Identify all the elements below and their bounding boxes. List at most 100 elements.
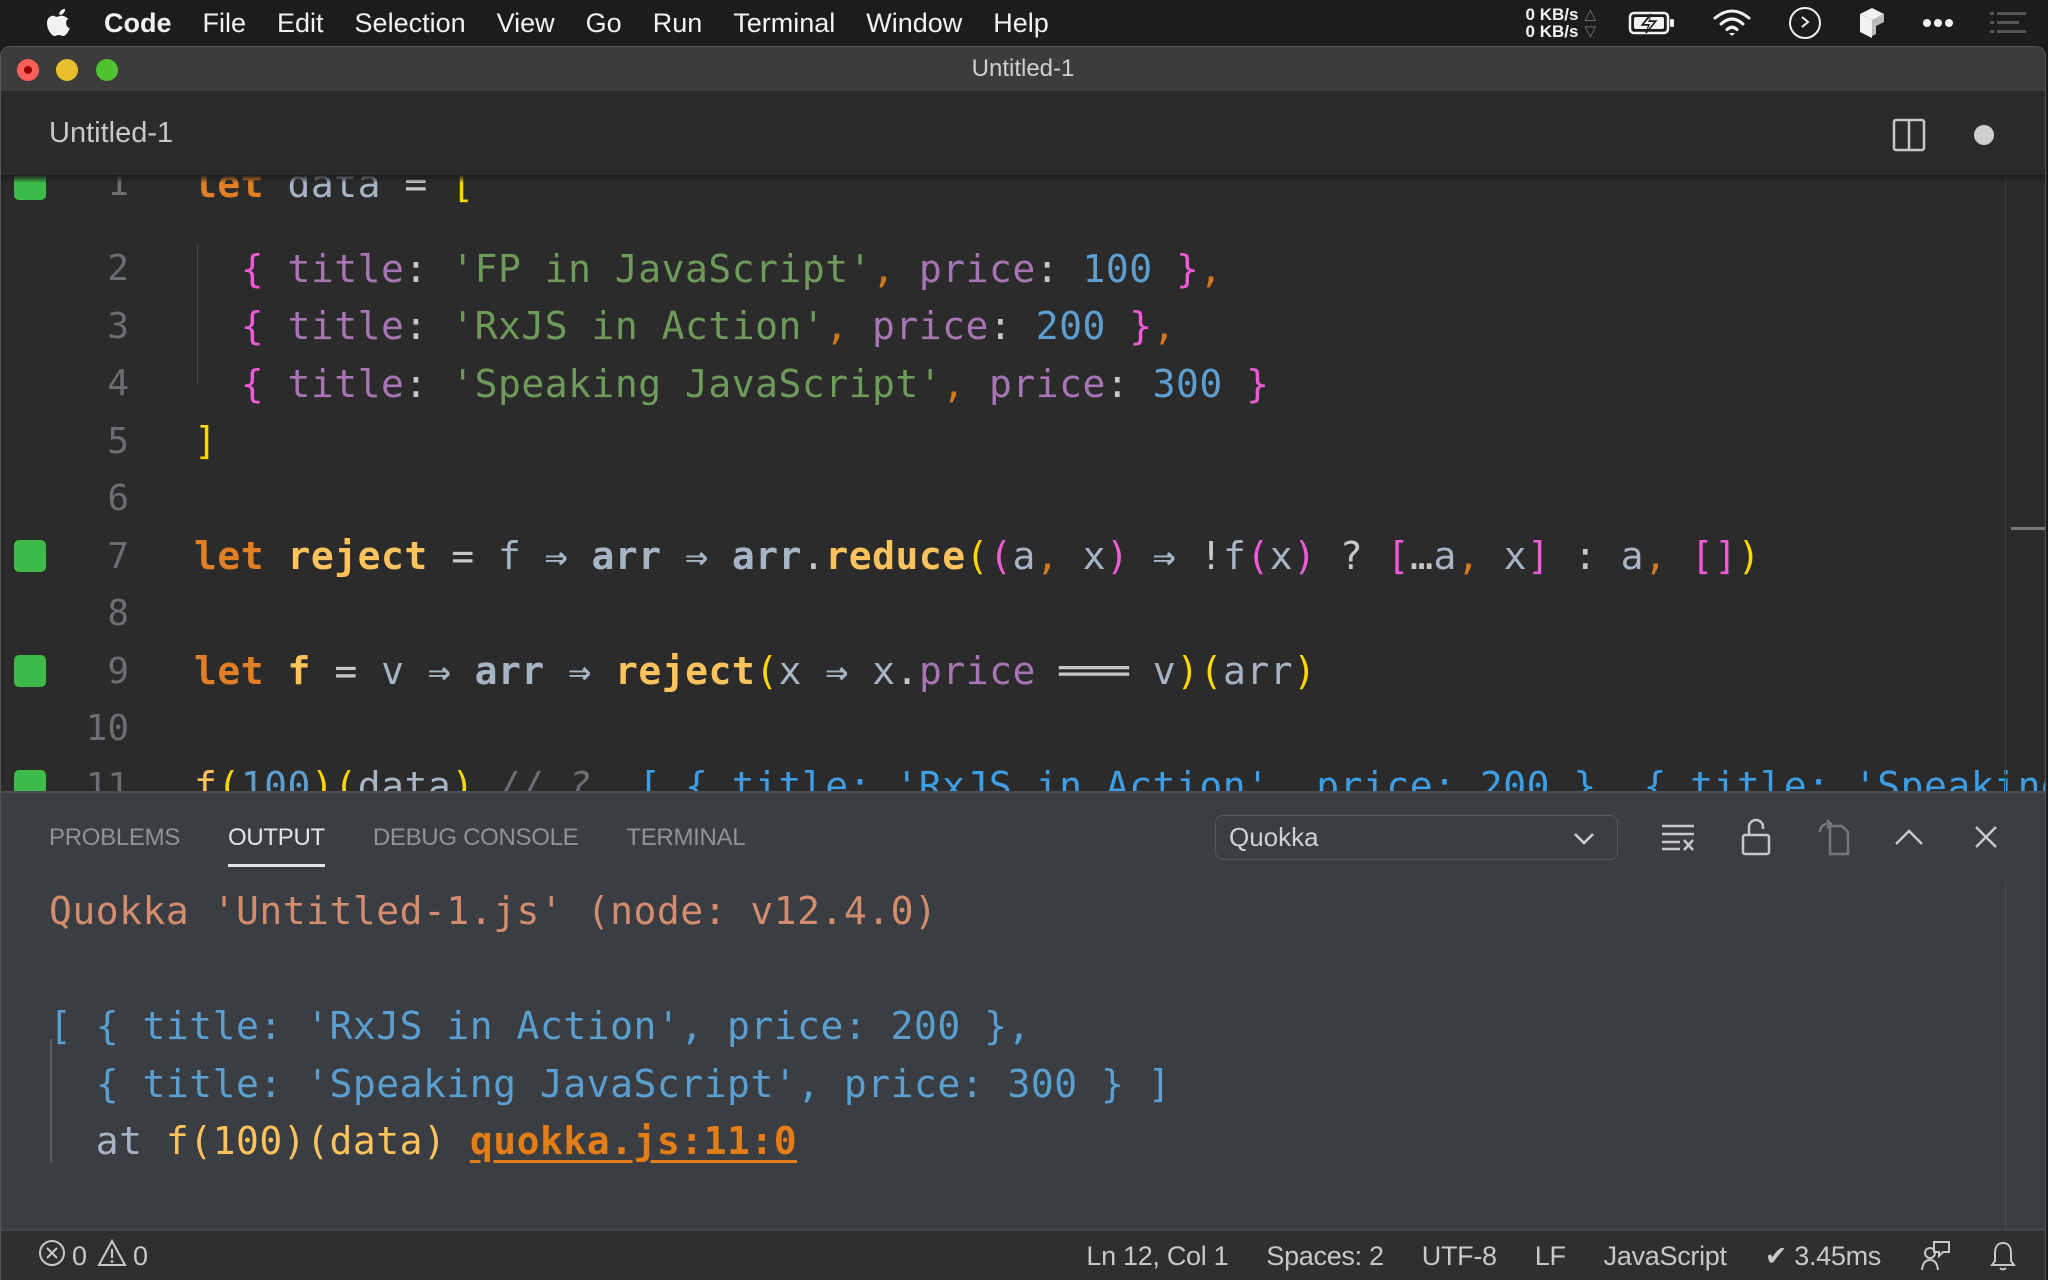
title-bar: Untitled-1 bbox=[1, 47, 2045, 91]
wifi-icon[interactable] bbox=[1712, 8, 1752, 38]
download-arrow-icon: ▽ bbox=[1584, 23, 1596, 40]
clear-output-icon[interactable] bbox=[1656, 815, 1700, 859]
code-line-10: 10 bbox=[1, 700, 2045, 758]
code-line-7: 7 let reject = f ⇒ arr ⇒ arr.reduce((a, … bbox=[1, 528, 2045, 586]
indentation[interactable]: Spaces: 2 bbox=[1266, 1241, 1384, 1272]
list-icon[interactable] bbox=[1990, 11, 2026, 35]
output-channel-value: Quokka bbox=[1229, 822, 1319, 852]
line-number: 3 bbox=[107, 305, 129, 347]
tab-terminal[interactable]: TERMINAL bbox=[626, 793, 745, 883]
warning-icon bbox=[97, 1238, 127, 1274]
close-panel-icon[interactable] bbox=[1964, 815, 2008, 859]
tab-untitled-1[interactable]: Untitled-1 bbox=[49, 91, 173, 175]
line-number: 10 bbox=[85, 708, 129, 750]
open-in-editor-icon[interactable] bbox=[1812, 815, 1856, 859]
code-text: { title: 'Speaking JavaScript', price: 3… bbox=[240, 361, 1270, 406]
battery-charging-icon[interactable] bbox=[1628, 10, 1676, 36]
panel-tabs: PROBLEMS OUTPUT DEBUG CONSOLE TERMINAL bbox=[49, 793, 793, 883]
window-title: Untitled-1 bbox=[971, 55, 1075, 82]
upload-arrow-icon: △ bbox=[1584, 6, 1596, 23]
output-indent-guide bbox=[50, 1039, 52, 1163]
line-number: 7 bbox=[107, 535, 129, 577]
menu-view[interactable]: View bbox=[497, 8, 555, 39]
code-text: ] bbox=[194, 419, 218, 464]
line-number: 9 bbox=[107, 650, 129, 692]
error-icon bbox=[38, 1239, 66, 1274]
menu-terminal[interactable]: Terminal bbox=[733, 8, 835, 39]
editor-scrollbar[interactable] bbox=[2005, 175, 2045, 791]
maximize-panel-icon[interactable] bbox=[1887, 815, 1931, 859]
feedback-icon[interactable] bbox=[1919, 1240, 1951, 1272]
unsaved-changes-dot-icon[interactable] bbox=[1974, 125, 1994, 145]
code-text: let f = v ⇒ arr ⇒ reject(x ⇒ x.price ═══… bbox=[194, 649, 1317, 694]
status-right: Ln 12, Col 1 Spaces: 2 UTF-8 LF JavaScri… bbox=[1048, 1231, 2017, 1280]
cursor-position[interactable]: Ln 12, Col 1 bbox=[1086, 1241, 1228, 1272]
warning-count: 0 bbox=[133, 1240, 149, 1271]
line-number: 8 bbox=[107, 593, 129, 635]
code-text: let reject = f ⇒ arr ⇒ arr.reduce((a, x)… bbox=[194, 534, 1761, 579]
panel-scrollbar[interactable] bbox=[2005, 883, 2045, 1229]
line-number: 2 bbox=[107, 248, 129, 290]
code-line-9: 9 let f = v ⇒ arr ⇒ reject(x ⇒ x.price ═… bbox=[1, 643, 2045, 701]
code-text: { title: 'FP in JavaScript', price: 100 … bbox=[240, 246, 1223, 291]
line-number: 5 bbox=[107, 420, 129, 462]
menu-run[interactable]: Run bbox=[653, 8, 703, 39]
menu-go[interactable]: Go bbox=[586, 8, 622, 39]
code-line-6: 6 bbox=[1, 470, 2045, 528]
output-channel-select[interactable]: Quokka bbox=[1215, 815, 1618, 860]
code-line-3: 3 { title: 'RxJS in Action', price: 200 … bbox=[1, 298, 2045, 356]
quokka-coverage-marker bbox=[14, 770, 46, 791]
quokka-header: Quokka 'Untitled-1.js' (node: v12.4.0) bbox=[49, 889, 938, 933]
end-of-line[interactable]: LF bbox=[1535, 1241, 1566, 1272]
code-editor[interactable]: 1 let data = [ 2 { title: 'FP in JavaScr… bbox=[1, 175, 2045, 791]
vscode-window: Untitled-1 Untitled-1 1 let data = [ 2 {… bbox=[0, 46, 2046, 1280]
menu-window[interactable]: Window bbox=[866, 8, 962, 39]
quokka-inline-result: [ { title: 'RxJS in Action', price: 200 … bbox=[638, 764, 2045, 791]
result-line-2: { title: 'Speaking JavaScript', price: 3… bbox=[49, 1061, 1172, 1106]
tab-problems[interactable]: PROBLEMS bbox=[49, 793, 180, 883]
status-bar: 0 0 Ln 12, Col 1 Spaces: 2 UTF-8 LF Java… bbox=[1, 1229, 2045, 1280]
editor-overview-ruler-mark bbox=[2011, 527, 2045, 530]
scroll-shadow bbox=[1, 175, 2045, 183]
line-number: 4 bbox=[107, 363, 129, 405]
menu-app-code[interactable]: Code bbox=[104, 8, 172, 39]
code-line-4: 4 { title: 'Speaking JavaScript', price:… bbox=[1, 355, 2045, 413]
result-line-1: [ { title: 'RxJS in Action', price: 200 … bbox=[49, 1004, 1031, 1048]
cube-icon[interactable] bbox=[1858, 6, 1886, 40]
notifications-bell-icon[interactable] bbox=[1989, 1240, 2017, 1272]
menu-file[interactable]: File bbox=[203, 8, 247, 39]
split-editor-icon[interactable] bbox=[1892, 118, 1926, 152]
upload-rate: 0 KB/s bbox=[1525, 5, 1579, 24]
result-expression: f(100)(data) bbox=[165, 1119, 447, 1163]
clock-icon[interactable] bbox=[1788, 6, 1822, 40]
output-content[interactable]: Quokka 'Untitled-1.js' (node: v12.4.0) [… bbox=[49, 883, 1171, 1163]
menu-selection[interactable]: Selection bbox=[355, 8, 466, 39]
problems-indicator[interactable]: 0 0 bbox=[38, 1231, 148, 1280]
menu-edit[interactable]: Edit bbox=[277, 8, 324, 39]
editor-tab-bar: Untitled-1 bbox=[1, 91, 2045, 175]
unlock-icon[interactable] bbox=[1734, 815, 1778, 859]
chevron-down-icon bbox=[1573, 826, 1595, 857]
bottom-panel: PROBLEMS OUTPUT DEBUG CONSOLE TERMINAL Q… bbox=[1, 791, 2045, 1229]
quokka-status[interactable]: ✔ 3.45ms bbox=[1765, 1241, 1882, 1272]
encoding[interactable]: UTF-8 bbox=[1422, 1241, 1497, 1272]
error-count: 0 bbox=[72, 1240, 88, 1271]
macos-menu-bar: Code File Edit Selection View Go Run Ter… bbox=[0, 0, 2048, 46]
apple-menu-icon[interactable] bbox=[40, 7, 80, 39]
code-line-8: 8 bbox=[1, 585, 2045, 643]
more-icon[interactable] bbox=[1922, 18, 1954, 28]
tab-debug-console[interactable]: DEBUG CONSOLE bbox=[373, 793, 579, 883]
language-mode[interactable]: JavaScript bbox=[1604, 1241, 1727, 1272]
code-text: { title: 'RxJS in Action', price: 200 }, bbox=[240, 304, 1177, 349]
download-rate: 0 KB/s bbox=[1525, 22, 1579, 41]
menu-help[interactable]: Help bbox=[993, 8, 1049, 39]
quokka-coverage-marker bbox=[14, 655, 46, 688]
result-location: at f(100)(data) quokka.js:11:0 bbox=[49, 1119, 798, 1163]
menu-bar-tray: 0 KB/s △ 0 KB/s ▽ bbox=[1526, 0, 2048, 46]
network-monitor[interactable]: 0 KB/s △ 0 KB/s ▽ bbox=[1526, 6, 1596, 40]
code-text: f(100)(data) // ? [ { title: 'RxJS in Ac… bbox=[194, 764, 2045, 791]
tab-output[interactable]: OUTPUT bbox=[227, 793, 325, 883]
code-line-11: 11 f(100)(data) // ? [ { title: 'RxJS in… bbox=[1, 758, 2045, 791]
quokka-comment: // ? bbox=[497, 764, 592, 791]
source-location-link[interactable]: quokka.js:11:0 bbox=[470, 1119, 797, 1163]
